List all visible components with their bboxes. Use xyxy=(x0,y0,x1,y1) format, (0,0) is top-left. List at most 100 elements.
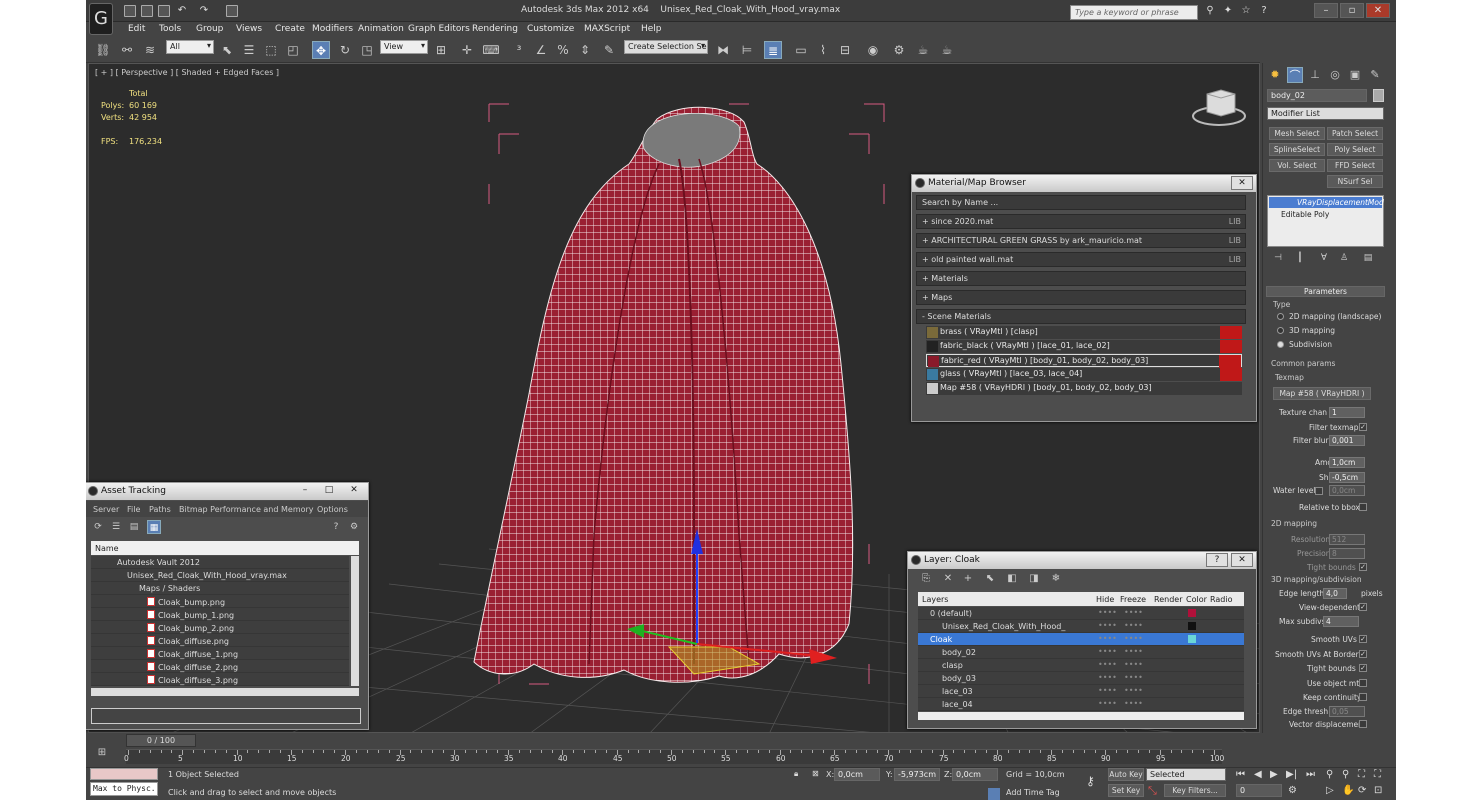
filter-blur-spinner[interactable]: 0,001 xyxy=(1329,435,1365,446)
pivot-center-icon[interactable]: ⊞ xyxy=(432,41,450,59)
color-column-header[interactable]: Color xyxy=(1186,595,1207,604)
resolution-spinner[interactable]: 512 xyxy=(1329,534,1365,545)
fov-icon[interactable]: ▷ xyxy=(1326,785,1334,796)
water-level-checkbox[interactable] xyxy=(1315,487,1323,495)
scene-material-item[interactable]: fabric_red ( VRayMtl ) [body_01, body_02… xyxy=(926,354,1242,368)
freeze-column-header[interactable]: Freeze xyxy=(1120,595,1146,604)
menu-create[interactable]: Create xyxy=(275,24,305,34)
next-frame-icon[interactable]: ▶| xyxy=(1286,769,1297,780)
create-layer-icon[interactable]: ⎘ xyxy=(918,572,934,586)
set-key-button[interactable]: Set Key xyxy=(1108,784,1144,797)
scene-material-item[interactable]: glass ( VRayMtl ) [lace_03, lace_04] xyxy=(926,368,1242,381)
add-to-layer-icon[interactable]: + xyxy=(960,572,976,586)
edit-named-selection-icon[interactable]: ✎ xyxy=(600,41,618,59)
asset-row[interactable]: Unisex_Red_Cloak_With_Hood_vray.max xyxy=(91,569,349,582)
material-group-row[interactable]: + Maps xyxy=(916,290,1246,305)
selection-filter-dropdown[interactable]: All xyxy=(166,40,214,54)
layer-color-swatch[interactable] xyxy=(1188,609,1196,617)
save-file-icon[interactable] xyxy=(158,5,170,17)
asset-menu-paths[interactable]: Paths xyxy=(149,505,171,514)
asset-row[interactable]: Cloak_diffuse.png xyxy=(91,634,349,647)
asset-menu-options[interactable]: Options xyxy=(317,505,348,514)
layer-row[interactable]: body_02 •••• •••• xyxy=(918,646,1244,659)
select-by-name-icon[interactable]: ☰ xyxy=(240,41,258,59)
radiosity-column-header[interactable]: Radio xyxy=(1210,595,1232,604)
motion-tab-icon[interactable]: ◎ xyxy=(1327,67,1343,83)
maximize-button[interactable]: ▫ xyxy=(1340,3,1364,18)
filter-texmap-checkbox[interactable]: ✓ xyxy=(1359,423,1367,431)
layer-row[interactable]: Unisex_Red_Cloak_With_Hood_ •••• •••• xyxy=(918,620,1244,633)
tight-bounds-3d-checkbox[interactable]: ✓ xyxy=(1359,664,1367,672)
spline-select-button[interactable]: SplineSelect xyxy=(1269,143,1325,156)
y-coordinate-field[interactable]: -5,973cm xyxy=(894,768,940,781)
texture-chan-spinner[interactable]: 1 xyxy=(1329,407,1365,418)
angle-snap-icon[interactable]: ∠ xyxy=(532,41,550,59)
menu-animation[interactable]: Animation xyxy=(358,24,404,34)
select-object-icon[interactable]: ⬉ xyxy=(218,41,236,59)
menu-views[interactable]: Views xyxy=(236,24,262,34)
schematic-view-icon[interactable]: ⊟ xyxy=(836,41,854,59)
project-folder-icon[interactable] xyxy=(226,5,238,17)
spinner-snap-icon[interactable]: ⇕ xyxy=(576,41,594,59)
key-filters-button[interactable]: Key Filters... xyxy=(1164,784,1226,797)
asset-help-icon[interactable]: ? xyxy=(329,520,343,534)
modifier-list-dropdown[interactable]: Modifier List xyxy=(1267,107,1384,120)
rendered-frame-icon[interactable]: ☕ xyxy=(914,41,932,59)
patch-select-button[interactable]: Patch Select xyxy=(1327,127,1383,140)
asset-refresh-icon[interactable]: ⟳ xyxy=(91,520,105,534)
goto-start-icon[interactable]: ⏮ xyxy=(1236,769,1245,780)
align-icon[interactable]: ⊨ xyxy=(738,41,756,59)
binoculars-icon[interactable]: ⚲ xyxy=(1204,5,1216,17)
radio-subdivision[interactable] xyxy=(1277,341,1284,348)
layer-horizontal-scrollbar[interactable] xyxy=(918,712,1244,720)
nsurf-sel-button[interactable]: NSurf Sel xyxy=(1327,175,1383,188)
select-layer-icon[interactable]: ⬉ xyxy=(982,572,998,586)
parameters-rollout[interactable]: Parameters xyxy=(1266,286,1385,297)
layer-row[interactable]: body_03 •••• •••• xyxy=(918,672,1244,685)
material-editor-icon[interactable]: ◉ xyxy=(864,41,882,59)
new-file-icon[interactable] xyxy=(124,5,136,17)
view-dependent-checkbox[interactable]: ✓ xyxy=(1359,603,1367,611)
asset-row[interactable]: Maps / Shaders xyxy=(91,582,349,595)
asset-row[interactable]: Autodesk Vault 2012 xyxy=(91,556,349,569)
select-move-icon[interactable]: ✥ xyxy=(312,41,330,59)
layer-panel-titlebar[interactable]: Layer: Cloak ? ✕ xyxy=(908,552,1256,569)
poly-select-button[interactable]: Poly Select xyxy=(1327,143,1383,156)
radio-3d-mapping[interactable] xyxy=(1277,327,1284,334)
render-setup-icon[interactable]: ⚙ xyxy=(890,41,908,59)
curve-editor-icon[interactable]: ⌇ xyxy=(814,41,832,59)
mirror-icon[interactable]: ⧓ xyxy=(714,41,732,59)
radio-2d-mapping[interactable] xyxy=(1277,313,1284,320)
make-unique-icon[interactable]: ∀ xyxy=(1317,251,1331,265)
edge-length-spinner[interactable]: 4,0 xyxy=(1323,588,1347,599)
water-level-spinner[interactable]: 0,0cm xyxy=(1329,485,1365,496)
asset-maximize-button[interactable]: □ xyxy=(318,484,340,498)
select-manipulate-icon[interactable]: ✛ xyxy=(458,41,476,59)
menu-maxscript[interactable]: MAXScript xyxy=(584,24,630,34)
smooth-uvs-borders-checkbox[interactable]: ✓ xyxy=(1359,650,1367,658)
shift-spinner[interactable]: -0,5cm xyxy=(1329,472,1365,483)
search-input[interactable]: Type a keyword or phrase xyxy=(1070,5,1198,20)
layer-row[interactable]: 0 (default) •••• •••• xyxy=(918,607,1244,620)
graphite-toggle-icon[interactable]: ▭ xyxy=(792,41,810,59)
asset-row[interactable]: Cloak_diffuse_3.png xyxy=(91,673,349,686)
use-object-mtl-checkbox[interactable] xyxy=(1359,679,1367,687)
app-logo-icon[interactable]: G xyxy=(89,3,113,35)
vol-select-button[interactable]: Vol. Select xyxy=(1269,159,1325,172)
create-tab-icon[interactable]: ✹ xyxy=(1267,67,1283,83)
layers-column-header[interactable]: Layers xyxy=(922,595,948,604)
vector-displacement-checkbox[interactable] xyxy=(1359,720,1367,728)
menu-modifiers[interactable]: Modifiers xyxy=(312,24,353,34)
select-rotate-icon[interactable]: ↻ xyxy=(336,41,354,59)
menu-group[interactable]: Group xyxy=(196,24,223,34)
menu-tools[interactable]: Tools xyxy=(159,24,181,34)
add-time-tag-button[interactable]: Add Time Tag xyxy=(1006,788,1060,797)
material-search-input[interactable]: Search by Name ... xyxy=(916,195,1246,210)
undo-icon[interactable]: ↶ xyxy=(176,5,188,17)
pan-icon[interactable]: ✋ xyxy=(1342,785,1354,796)
material-lib-row[interactable]: + ARCHITECTURAL GREEN GRASS by ark_mauri… xyxy=(916,233,1246,248)
close-button[interactable]: ✕ xyxy=(1366,3,1390,18)
asset-row[interactable]: Cloak_bump.png xyxy=(91,595,349,608)
open-file-icon[interactable] xyxy=(141,5,153,17)
modify-tab-icon[interactable]: ⌒ xyxy=(1287,67,1303,83)
